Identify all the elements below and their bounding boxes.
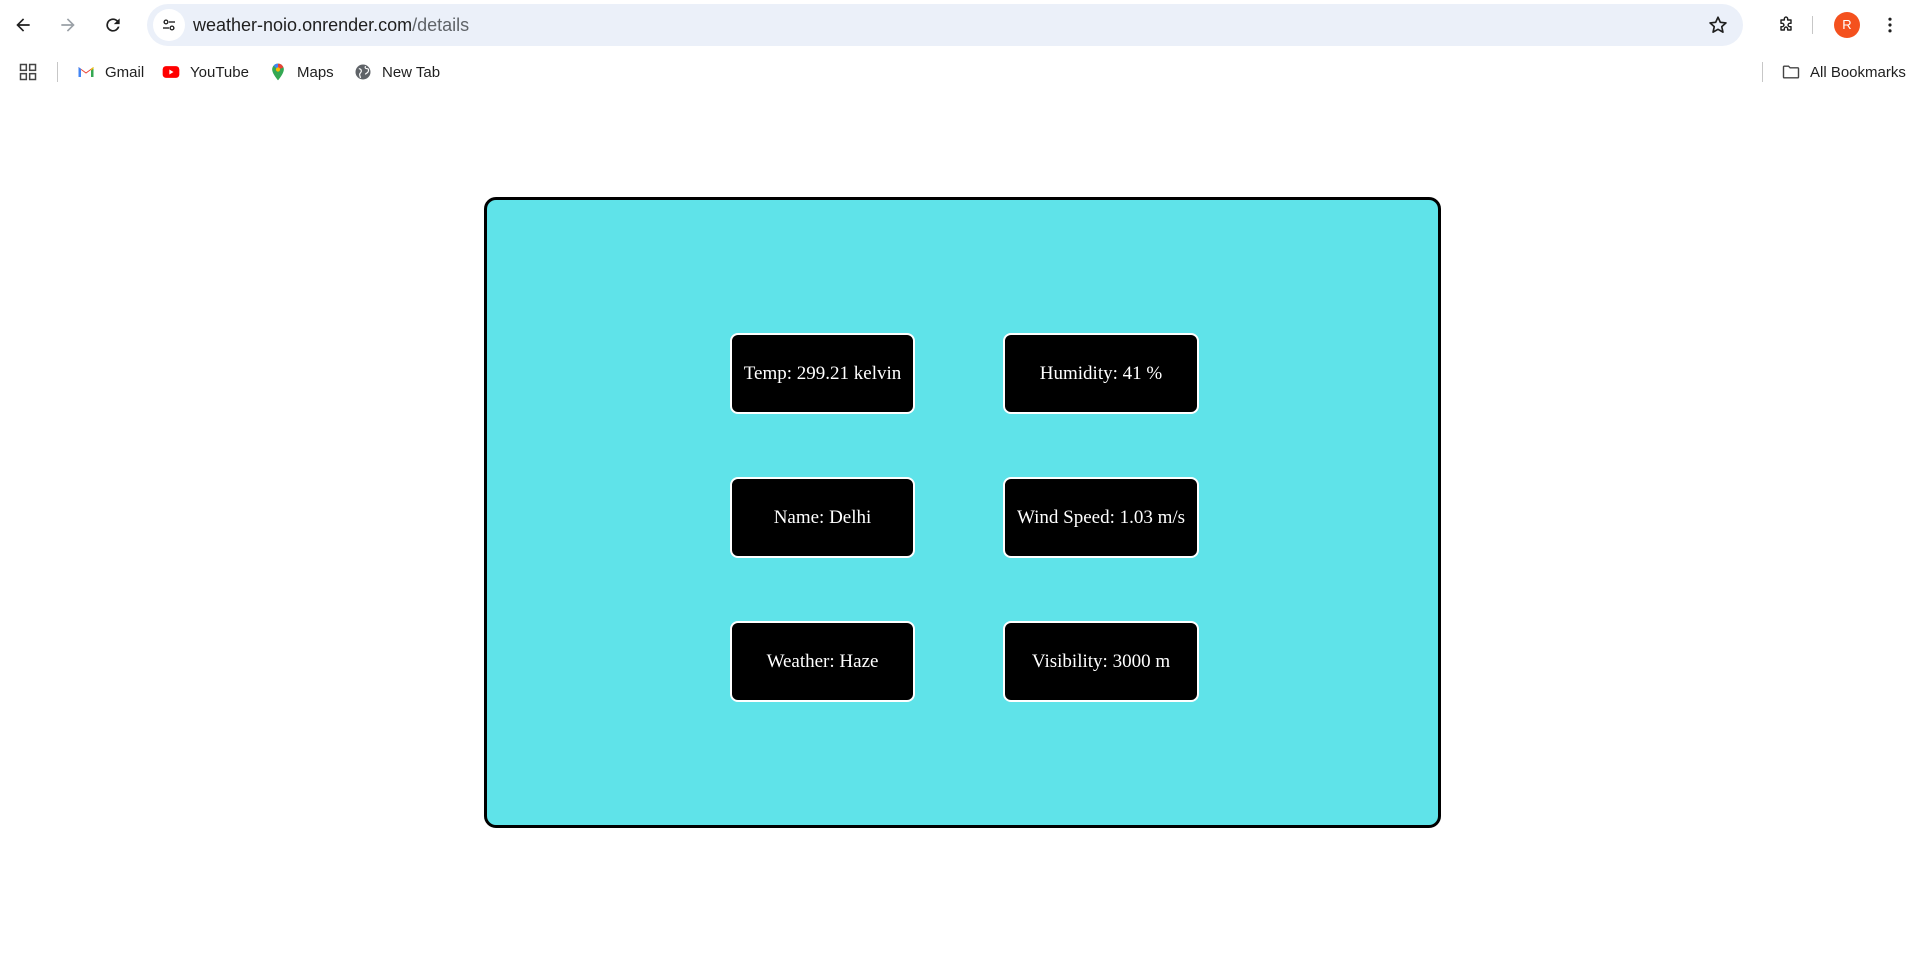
- url-text[interactable]: weather-noio.onrender.com/details: [193, 4, 469, 46]
- visibility-card: Visibility: 3000 m: [1003, 621, 1199, 702]
- youtube-icon: [161, 62, 181, 82]
- url-path: /details: [412, 15, 470, 35]
- bookmarks-divider: [57, 62, 58, 82]
- site-info-button[interactable]: [153, 9, 185, 41]
- wind-speed-card: Wind Speed: 1.03 m/s: [1003, 477, 1199, 558]
- bookmark-label: New Tab: [382, 63, 441, 81]
- forward-button[interactable]: [51, 8, 85, 42]
- bookmark-label: Gmail: [105, 63, 145, 81]
- bookmark-label: YouTube: [190, 63, 249, 81]
- address-bar[interactable]: weather-noio.onrender.com/details: [147, 4, 1743, 46]
- browser-toolbar: weather-noio.onrender.com/details R: [0, 0, 1915, 50]
- folder-icon: [1781, 62, 1801, 82]
- city-name-card: Name: Delhi: [730, 477, 915, 558]
- bookmarks-divider-right: [1762, 62, 1763, 82]
- all-bookmarks-label: All Bookmarks: [1810, 63, 1906, 81]
- globe-icon: [353, 62, 373, 82]
- humidity-card: Humidity: 41 %: [1003, 333, 1199, 414]
- weather-condition-card: Weather: Haze: [730, 621, 915, 702]
- star-icon: [1709, 16, 1727, 33]
- back-button[interactable]: [6, 8, 40, 42]
- weather-details-panel: Temp: 299.21 kelvin Humidity: 41 % Name:…: [484, 197, 1441, 828]
- more-vertical-icon: [1888, 17, 1892, 33]
- temp-card: Temp: 299.21 kelvin: [730, 333, 915, 414]
- url-host: weather-noio.onrender.com: [193, 15, 413, 35]
- all-bookmarks-button[interactable]: All Bookmarks: [1781, 60, 1906, 84]
- reload-button[interactable]: [96, 8, 130, 42]
- bookmark-label: Maps: [297, 63, 334, 81]
- toolbar-divider: [1812, 16, 1813, 34]
- menu-button[interactable]: [1873, 8, 1907, 42]
- reload-icon: [106, 18, 120, 32]
- bookmarks-bar: Gmail YouTube Maps New Tab All Bookmarks: [0, 52, 1915, 92]
- bookmark-youtube[interactable]: YouTube: [161, 60, 249, 84]
- profile-avatar[interactable]: R: [1834, 12, 1860, 38]
- bookmark-maps[interactable]: Maps: [268, 60, 334, 84]
- puzzle-icon: [1780, 16, 1792, 31]
- apps-button[interactable]: [18, 60, 47, 84]
- maps-icon: [268, 62, 288, 82]
- bookmark-star-button[interactable]: [1705, 12, 1731, 38]
- tune-icon: [163, 19, 175, 31]
- gmail-icon: [76, 62, 96, 82]
- arrow-left-icon: [16, 18, 30, 32]
- bookmark-new-tab[interactable]: New Tab: [353, 60, 440, 84]
- bookmark-gmail[interactable]: Gmail: [76, 60, 144, 84]
- extensions-button[interactable]: [1769, 8, 1803, 42]
- apps-grid-icon: [18, 62, 38, 82]
- arrow-right-icon: [61, 18, 75, 32]
